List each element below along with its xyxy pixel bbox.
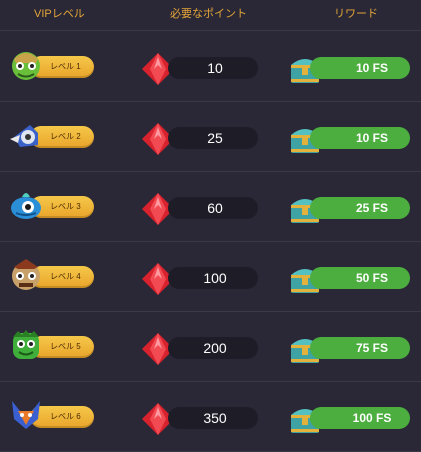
- fox-warrior-icon: [8, 397, 44, 433]
- header-vip-level: VIPレベル: [34, 8, 85, 20]
- table-row: レベル 6 350 100 FS: [0, 381, 421, 452]
- table-header: VIPレベル 必要なポイント リワード: [0, 0, 421, 31]
- reward-value: 10 FS: [310, 57, 410, 79]
- reward-value: 50 FS: [310, 267, 410, 289]
- table-row: レベル 4 100 50 FS: [0, 241, 421, 312]
- table-row: レベル 2 25 10 FS: [0, 101, 421, 172]
- table-row: レベル 3 60 25 FS: [0, 171, 421, 242]
- frog-warrior-icon: [8, 47, 44, 83]
- reward-value: 10 FS: [310, 127, 410, 149]
- fish-creature-icon: [8, 187, 44, 223]
- header-required-points: 必要なポイント: [170, 8, 247, 20]
- required-points-value: 200: [168, 337, 258, 359]
- required-points-value: 350: [168, 407, 258, 429]
- tribal-mask-icon: [8, 257, 44, 293]
- knight-helmet-icon: [8, 117, 44, 153]
- required-points-value: 25: [168, 127, 258, 149]
- table-row: レベル 5 200 75 FS: [0, 311, 421, 382]
- header-reward: リワード: [334, 8, 378, 20]
- required-points-value: 60: [168, 197, 258, 219]
- green-monster-icon: [8, 327, 44, 363]
- table-row: レベル 1 10 10 FS: [0, 31, 421, 102]
- required-points-value: 10: [168, 57, 258, 79]
- reward-value: 25 FS: [310, 197, 410, 219]
- required-points-value: 100: [168, 267, 258, 289]
- reward-value: 75 FS: [310, 337, 410, 359]
- reward-value: 100 FS: [310, 407, 410, 429]
